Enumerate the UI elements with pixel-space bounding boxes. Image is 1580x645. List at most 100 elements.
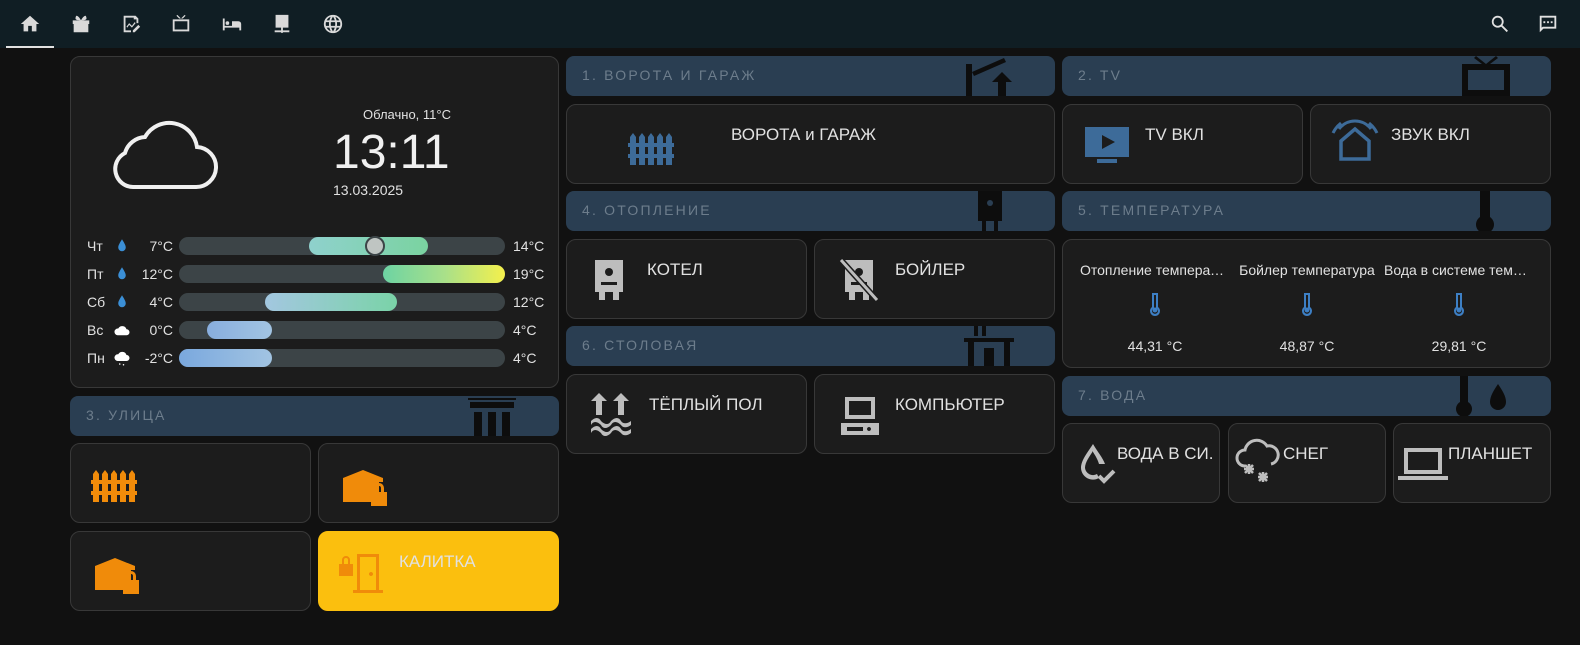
temperature-sensor[interactable]: Отопление температура 44,31 °C — [1080, 240, 1230, 367]
sensor-name: Отопление температура — [1080, 262, 1230, 278]
forecast-row: Пт 12°C 19°C — [71, 260, 557, 288]
temp-range-bar — [179, 265, 505, 283]
forecast-low: 7°C — [149, 238, 174, 254]
water-boiler-off-icon — [839, 258, 879, 302]
forecast-day: Пн — [87, 350, 105, 366]
thermometer-icon — [1476, 191, 1494, 231]
section-title: 4. ОТОПЛЕНИЕ — [582, 202, 712, 218]
tv-play-icon — [1085, 127, 1129, 163]
temp-range-fill — [383, 265, 505, 283]
gates-garage-button[interactable]: ВОРОТА и ГАРАЖ — [566, 104, 1055, 184]
weather-card[interactable]: Облачно, 11°C 13:11 13.03.2025 Чт 7°C 14… — [70, 56, 559, 388]
section-header-gates: 1. ВОРОТА И ГАРАЖ — [566, 56, 1055, 96]
boiler-water-heater-button[interactable]: БОЙЛЕР — [814, 239, 1055, 319]
heated-floor-icon — [591, 393, 631, 436]
section-header-tv: 2. TV — [1062, 56, 1551, 96]
drop-icon — [118, 267, 126, 280]
search-button[interactable] — [1476, 0, 1524, 48]
garage-lock-icon — [343, 470, 387, 506]
tab-gift[interactable] — [57, 0, 105, 48]
water-thermometer-icon — [1456, 376, 1506, 416]
section-title: 7. ВОДА — [1078, 387, 1148, 403]
forecast-low: -2°C — [144, 350, 173, 366]
garage-lock-icon — [95, 558, 139, 594]
assist-button[interactable] — [1524, 0, 1572, 48]
sound-on-button[interactable]: ЗВУК ВКЛ — [1310, 104, 1551, 184]
home-sound-icon — [1331, 119, 1379, 161]
temperature-card[interactable]: Отопление температура 44,31 °C Бойлер те… — [1062, 239, 1551, 368]
water-check-icon — [1081, 444, 1116, 484]
snow-cloud-icon — [114, 351, 130, 366]
forecast-day: Вс — [87, 322, 104, 338]
tv-on-button[interactable]: TV ВКЛ — [1062, 104, 1303, 184]
home-icon — [20, 15, 40, 32]
laptop-icon — [1398, 448, 1448, 480]
tab-tv[interactable] — [157, 0, 205, 48]
street-garage-lock-button[interactable] — [318, 443, 559, 523]
tv-icon — [1462, 56, 1510, 96]
bed-icon — [222, 18, 242, 31]
temp-range-bar — [179, 293, 505, 311]
gift-icon — [72, 15, 90, 33]
forecast-low: 0°C — [149, 322, 174, 338]
temp-range-bar — [179, 349, 505, 367]
section-title: 1. ВОРОТА И ГАРАЖ — [582, 67, 757, 83]
boiler-kotel-button[interactable]: КОТЕЛ — [566, 239, 807, 319]
wicket-gate-button[interactable]: КАЛИТКА — [318, 531, 559, 611]
forecast-high: 19°C — [513, 266, 545, 282]
top-toolbar — [0, 0, 1580, 48]
server-icon — [274, 14, 290, 34]
temp-range-fill — [265, 293, 397, 311]
sensor-name: Вода в системе температура — [1384, 262, 1534, 278]
tab-chart[interactable] — [107, 0, 155, 48]
section-header-temperature: 5. ТЕМПЕРАТУРА — [1062, 191, 1551, 231]
tab-bedroom[interactable] — [208, 0, 256, 48]
forecast-low: 12°C — [141, 266, 173, 282]
dining-icon — [964, 326, 1014, 366]
forecast-high: 14°C — [513, 238, 545, 254]
snow-button[interactable]: СНЕГ — [1228, 423, 1386, 503]
heated-floor-button[interactable]: ТЁПЛЫЙ ПОЛ — [566, 374, 807, 454]
fence-icon — [91, 470, 137, 502]
temp-range-fill — [179, 349, 272, 367]
button-label: СНЕГ — [1283, 444, 1329, 463]
forecast-low: 4°C — [149, 294, 174, 310]
button-label: TV ВКЛ — [1145, 125, 1204, 144]
tab-home[interactable] — [6, 0, 54, 48]
street-fence-button[interactable] — [70, 443, 311, 523]
cloud-icon — [113, 120, 219, 190]
button-label: КОТЕЛ — [647, 260, 703, 279]
forecast-day: Сб — [87, 294, 106, 310]
temp-range-bar — [179, 236, 505, 256]
current-temp-marker — [365, 236, 385, 256]
section-header-street: 3. УЛИЦА — [70, 396, 559, 436]
section-title: 2. TV — [1078, 67, 1123, 83]
chart-edit-icon — [123, 15, 141, 33]
temperature-sensor[interactable]: Бойлер температура 48,87 °C — [1232, 240, 1382, 367]
sensor-value: 29,81 °C — [1431, 338, 1487, 354]
tab-network[interactable] — [309, 0, 357, 48]
water-system-button[interactable]: ВОДА В СИ... — [1062, 423, 1220, 503]
forecast-day: Чт — [87, 238, 103, 254]
tab-server[interactable] — [258, 0, 306, 48]
gazebo-icon — [468, 398, 516, 436]
snow-cloud-icon — [1235, 438, 1280, 482]
section-title: 5. ТЕМПЕРАТУРА — [1078, 202, 1226, 218]
thermometer-icon — [1150, 293, 1160, 316]
tablet-button[interactable]: ПЛАНШЕТ — [1393, 423, 1551, 503]
button-label: ПЛАНШЕТ — [1448, 444, 1533, 463]
street-garage-lock-button-2[interactable] — [70, 531, 311, 611]
drop-icon — [118, 295, 126, 308]
sensor-name: Бойлер температура — [1239, 262, 1375, 278]
section-header-dining: 6. СТОЛОВАЯ — [566, 326, 1055, 366]
computer-button[interactable]: КОМПЬЮТЕР — [814, 374, 1055, 454]
temperature-sensor[interactable]: Вода в системе температура 29,81 °C — [1384, 240, 1534, 367]
button-label: БОЙЛЕР — [895, 260, 966, 279]
tv-icon — [172, 14, 190, 32]
assist-icon — [1539, 15, 1557, 33]
sensor-value: 48,87 °C — [1279, 338, 1335, 354]
boiler-icon — [978, 191, 1002, 231]
forecast-row: Вс 0°C 4°C — [71, 316, 557, 344]
cloud-icon — [114, 326, 130, 336]
temp-range-bar — [179, 321, 505, 339]
